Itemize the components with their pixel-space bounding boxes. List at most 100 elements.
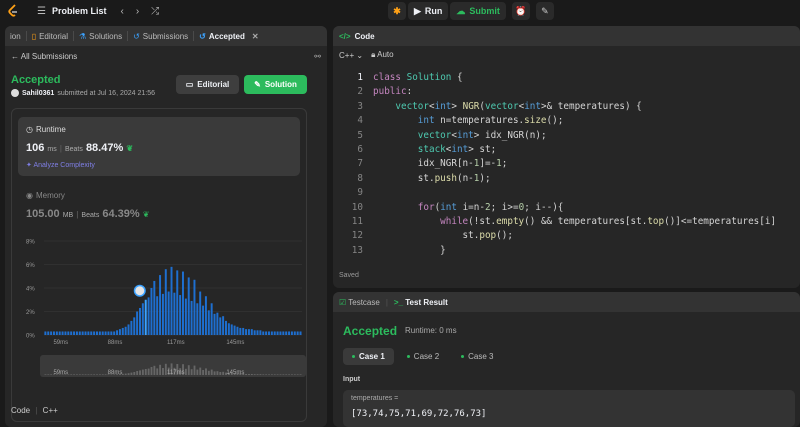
chart-bar bbox=[159, 275, 162, 335]
chart-bar bbox=[290, 331, 293, 335]
run-button[interactable]: ▶ Run bbox=[408, 2, 449, 20]
chart-bar bbox=[256, 330, 259, 335]
link-icon[interactable]: ⚯ bbox=[314, 52, 321, 61]
language-select[interactable]: C++ ⌄ bbox=[339, 51, 363, 60]
code-line[interactable]: for(int i=n-2; i>=0; i--){ bbox=[373, 202, 564, 213]
case-3-tab[interactable]: Case 3 bbox=[452, 348, 502, 365]
code-line[interactable]: st.push(n-1); bbox=[373, 173, 491, 184]
debug-button[interactable]: ✱ bbox=[388, 2, 406, 20]
code-icon: </> bbox=[339, 31, 351, 41]
username[interactable]: Sahil0361 bbox=[22, 90, 54, 97]
chevron-down-icon: ⌄ bbox=[356, 50, 364, 60]
minimap-bar bbox=[87, 374, 90, 375]
timer-button[interactable]: ⏰ bbox=[511, 2, 530, 20]
chart-bar bbox=[64, 331, 67, 335]
code-tab-label[interactable]: Code bbox=[355, 32, 375, 41]
runtime-label: Runtime bbox=[35, 125, 66, 134]
minimap-bar bbox=[262, 374, 265, 375]
minimap-bar bbox=[250, 374, 253, 375]
minimap-bar bbox=[273, 374, 276, 375]
flask-icon: ⚗ bbox=[79, 31, 87, 41]
minimap-bar bbox=[268, 374, 270, 375]
divider: | bbox=[76, 210, 79, 219]
y-tick-label: 8% bbox=[26, 240, 35, 246]
tab-solutions[interactable]: ⚗ Solutions bbox=[74, 31, 129, 41]
code-line[interactable]: vector<int> NGR(vector<int>& temperature… bbox=[373, 101, 641, 112]
code-panel: </> Code C++ ⌄ 🔒︎ Auto 1 class Solution {… bbox=[333, 26, 800, 288]
submit-button[interactable]: ☁ Submit bbox=[450, 2, 506, 20]
minimap-bar bbox=[153, 365, 156, 375]
tab-description[interactable]: ion bbox=[5, 31, 27, 41]
code-editor[interactable]: 1 class Solution {2 public: 3 vector<int> N… bbox=[333, 68, 800, 258]
leetcode-logo[interactable] bbox=[7, 4, 19, 18]
chevron-right-icon[interactable]: › bbox=[136, 6, 139, 17]
code-line[interactable]: } bbox=[373, 245, 446, 256]
minimap-bar bbox=[98, 374, 101, 375]
code-line[interactable]: while(!st.empty() && temperatures[st.top… bbox=[373, 216, 776, 227]
tab-editorial[interactable]: ▯ Editorial bbox=[27, 31, 74, 41]
code-tab-bar: </> Code bbox=[333, 26, 800, 46]
minimap-bar bbox=[288, 374, 291, 375]
chart-bar bbox=[124, 326, 127, 335]
back-link[interactable]: ← All Submissions bbox=[11, 52, 77, 61]
chart-bar bbox=[113, 331, 116, 335]
tab-test-result[interactable]: >_ Test Result bbox=[394, 298, 448, 307]
code-line[interactable]: stack<int> st; bbox=[373, 144, 496, 155]
result-tab-bar: ☑ Testcase | >_ Test Result bbox=[333, 292, 800, 312]
chart-bar bbox=[196, 303, 199, 335]
code-line[interactable]: idx_NGR[n-1]=-1; bbox=[373, 158, 508, 169]
book-icon: ▭ bbox=[185, 80, 194, 89]
chart-bar bbox=[259, 330, 262, 335]
list-icon[interactable]: ☰ bbox=[37, 6, 46, 17]
problem-list-link[interactable]: Problem List bbox=[52, 6, 107, 16]
editor-toolbar: C++ ⌄ 🔒︎ Auto bbox=[333, 46, 800, 64]
divider: | bbox=[35, 406, 38, 415]
divider: | bbox=[59, 144, 62, 153]
shuffle-icon[interactable]: ⤮ bbox=[151, 6, 159, 17]
code-line[interactable]: st.pop(); bbox=[373, 230, 513, 241]
param-value: [73,74,75,71,69,72,76,73] bbox=[351, 409, 487, 419]
chart-bar bbox=[161, 293, 164, 335]
chart-bar bbox=[55, 331, 58, 335]
runtime-box[interactable]: ◷ Runtime 106 ms | Beats 88.47% ❦ ✦ Analy… bbox=[18, 117, 300, 176]
saved-status: Saved bbox=[339, 272, 359, 279]
clock-icon: ◷ bbox=[26, 125, 33, 134]
memory-box[interactable]: ◉ Memory bbox=[26, 191, 65, 200]
y-tick-label: 0% bbox=[26, 334, 35, 340]
editorial-button[interactable]: ▭ Editorial bbox=[176, 75, 239, 94]
x-tick-label: 145ms bbox=[226, 340, 244, 346]
tab-accepted[interactable]: ↺ Accepted ✕ bbox=[194, 31, 263, 41]
auto-indicator[interactable]: 🔒︎ Auto bbox=[371, 50, 394, 60]
minimap-bar bbox=[282, 374, 285, 375]
tab-testcase[interactable]: ☑ Testcase bbox=[339, 298, 380, 307]
chart-bar bbox=[282, 331, 285, 335]
tab-submissions[interactable]: ↺ Submissions bbox=[128, 31, 195, 41]
analyze-complexity-link[interactable]: ✦ Analyze Complexity bbox=[26, 161, 95, 169]
tab-label: Submissions bbox=[142, 31, 189, 41]
minimap-bar bbox=[205, 368, 207, 375]
solution-button[interactable]: ✎ Solution bbox=[244, 75, 307, 94]
code-line[interactable]: public: bbox=[373, 86, 412, 97]
alarm-icon: ⏰ bbox=[515, 5, 527, 16]
case-1-tab[interactable]: Case 1 bbox=[343, 348, 394, 365]
minimap-bar bbox=[144, 369, 147, 375]
chevron-left-icon[interactable]: ‹ bbox=[120, 6, 123, 17]
minimap-bar bbox=[196, 369, 199, 375]
case-2-tab[interactable]: Case 2 bbox=[398, 348, 448, 365]
close-icon[interactable]: ✕ bbox=[252, 32, 259, 41]
runtime-unit: ms bbox=[47, 146, 57, 153]
chart-bar bbox=[67, 331, 70, 335]
avatar-marker bbox=[135, 286, 145, 296]
pass-dot-icon bbox=[352, 355, 355, 358]
minimap-bar bbox=[104, 374, 107, 375]
code-line[interactable]: vector<int> idx_NGR(n); bbox=[373, 130, 547, 141]
minimap-bar bbox=[270, 374, 273, 375]
code-line[interactable]: int n=temperatures.size(); bbox=[373, 115, 564, 126]
minimap-bar bbox=[81, 374, 84, 375]
code-line[interactable]: class Solution { bbox=[373, 72, 463, 83]
check-box-icon: ☑ bbox=[339, 297, 347, 307]
avatar[interactable] bbox=[11, 89, 19, 97]
notes-button[interactable]: ✎ bbox=[535, 2, 554, 20]
runtime-distribution-chart[interactable]: 8% 6% 4% 2% 0% 59ms 88ms 117ms 145ms 59ms 88ms 117m… bbox=[12, 229, 308, 389]
line-number: 1 bbox=[357, 72, 363, 83]
